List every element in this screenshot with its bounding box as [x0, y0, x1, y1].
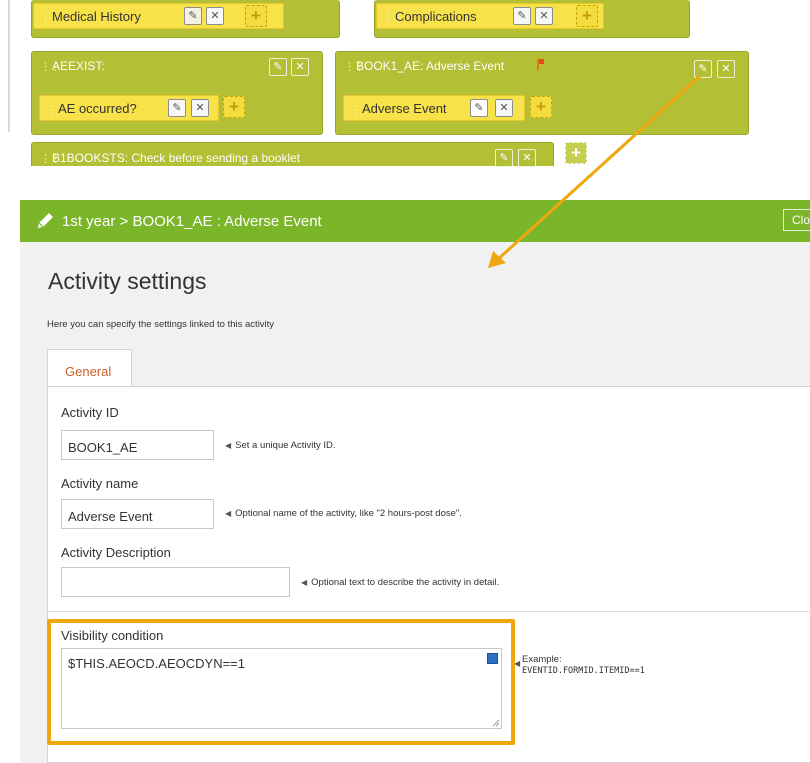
add-plus-icon[interactable]: + — [245, 5, 267, 27]
add-plus-icon[interactable]: + — [530, 96, 552, 118]
page-subtitle: Here you can specify the settings linked… — [47, 319, 275, 330]
editor-left-rule — [8, 0, 10, 132]
delete-close-icon[interactable]: ✕ — [191, 99, 209, 117]
grip-icon[interactable]: ⋮⋮ — [40, 60, 61, 73]
add-plus-icon[interactable]: + — [223, 96, 245, 118]
page-title: Activity settings — [48, 268, 207, 294]
grip-icon[interactable]: ⋮⋮ — [40, 152, 61, 165]
edit-pencil-icon[interactable]: ✎ — [470, 99, 488, 117]
delete-close-icon[interactable]: ✕ — [535, 7, 553, 25]
block-book1-ae[interactable]: ⋮⋮BOOK1_AE: Adverse Event ✎ ✕ ⋮⋮Adverse … — [335, 51, 749, 135]
edit-pencil-icon[interactable]: ✎ — [184, 7, 202, 25]
item-label: Complications — [395, 9, 477, 24]
item-adverse-event[interactable]: ⋮⋮Adverse Event ✎ ✕ — [343, 95, 525, 121]
activity-description-hint: ◀ Optional text to describe the activity … — [301, 577, 500, 588]
activity-id-input[interactable]: BOOK1_AE — [61, 430, 214, 460]
edit-pencil-icon[interactable]: ✎ — [495, 149, 513, 167]
dialog-breadcrumb: 1st year > BOOK1_AE : Adverse Event — [62, 213, 322, 230]
caret-left-icon: ◀ — [225, 509, 232, 518]
item-label: AE occurred? — [58, 101, 137, 116]
add-plus-icon[interactable]: + — [565, 142, 587, 164]
item-ae-occurred[interactable]: ⋮⋮AE occurred? ✎ ✕ — [39, 95, 219, 121]
grip-icon[interactable]: ⋮⋮ — [383, 11, 404, 24]
item-label: Adverse Event — [362, 101, 447, 116]
block-title: AEEXIST: — [52, 59, 105, 73]
activity-id-label: Activity ID — [61, 405, 119, 420]
block-aeexist[interactable]: ⋮⋮AEEXIST: ✎ ✕ ⋮⋮AE occurred? ✎ ✕ + — [31, 51, 323, 135]
activity-name-hint: ◀ Optional name of the activity, like "2 … — [225, 508, 462, 519]
delete-close-icon[interactable]: ✕ — [206, 7, 224, 25]
activity-description-label: Activity Description — [61, 545, 171, 560]
block-medical-history-container: ⋮⋮Medical History ✎ ✕ + — [31, 0, 340, 38]
dialog-title-bar: 1st year > BOOK1_AE : Adverse Event Clos… — [20, 200, 810, 242]
delete-close-icon[interactable]: ✕ — [495, 99, 513, 117]
tab-general[interactable]: General — [47, 349, 132, 387]
activity-description-input[interactable] — [61, 567, 290, 597]
delete-close-icon[interactable]: ✕ — [717, 60, 735, 78]
edit-pencil-icon[interactable]: ✎ — [513, 7, 531, 25]
example-label: Example: — [522, 654, 562, 665]
block-title: B1BOOKSTS: Check before sending a bookle… — [52, 151, 301, 165]
activity-id-hint: ◀ Set a unique Activity ID. — [225, 440, 336, 451]
delete-close-icon[interactable]: ✕ — [518, 149, 536, 167]
edit-pencil-icon[interactable]: ✎ — [269, 58, 287, 76]
item-label: Medical History — [52, 9, 141, 24]
delete-close-icon[interactable]: ✕ — [291, 58, 309, 76]
flag-icon — [537, 59, 544, 70]
edit-pencil-icon[interactable]: ✎ — [694, 60, 712, 78]
grip-icon[interactable]: ⋮⋮ — [46, 103, 67, 116]
activity-name-label: Activity name — [61, 476, 139, 491]
example-code: EVENTID.FORMID.ITEMID==1 — [522, 666, 645, 676]
close-button[interactable]: Close — [783, 209, 810, 231]
add-plus-icon[interactable]: + — [576, 5, 598, 27]
workflow-editor: ⋮⋮Medical History ✎ ✕ + ⋮⋮Complications … — [0, 0, 810, 178]
pencil-icon — [38, 213, 53, 228]
block-complications-container: ⋮⋮Complications ✎ ✕ + — [374, 0, 690, 38]
grip-icon[interactable]: ⋮⋮ — [344, 60, 365, 73]
edit-pencil-icon[interactable]: ✎ — [168, 99, 186, 117]
section-divider — [48, 611, 810, 612]
caret-left-icon: ◀ — [301, 578, 308, 587]
caret-left-icon: ◀ — [225, 441, 232, 450]
grip-icon[interactable]: ⋮⋮ — [40, 11, 61, 24]
block-b1booksts[interactable]: ⋮⋮B1BOOKSTS: Check before sending a book… — [31, 142, 554, 167]
grip-icon[interactable]: ⋮⋮ — [350, 103, 371, 116]
highlight-box — [47, 619, 515, 745]
block-title: BOOK1_AE: Adverse Event — [356, 59, 505, 73]
item-complications[interactable]: ⋮⋮Complications ✎ ✕ — [376, 3, 604, 29]
activity-name-input[interactable]: Adverse Event — [61, 499, 214, 529]
